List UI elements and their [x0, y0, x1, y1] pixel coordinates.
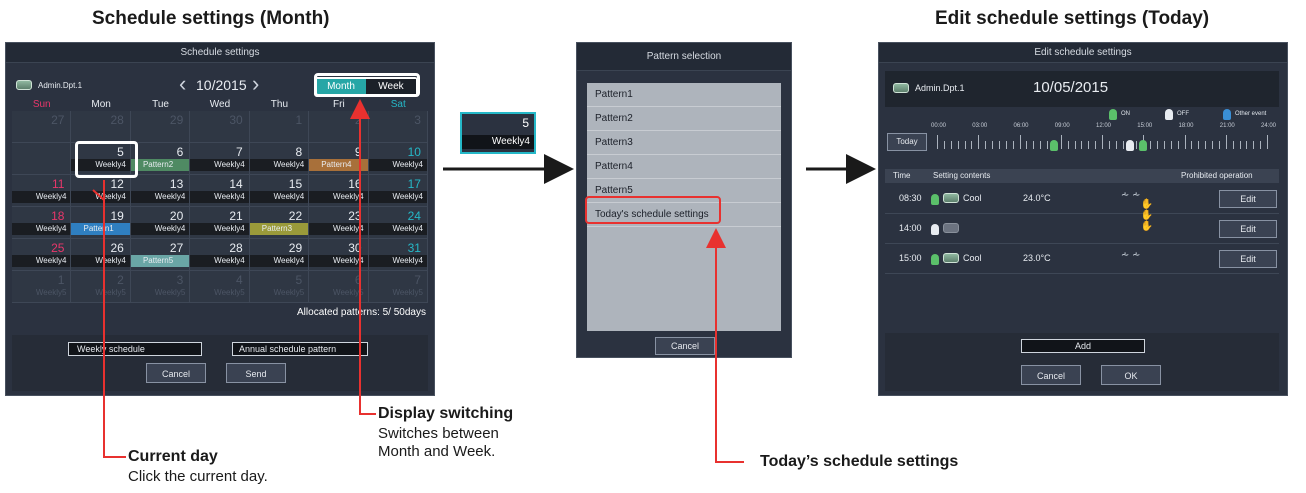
note-display-body-1: Switches between — [378, 425, 499, 442]
callout-current-day-arrow — [92, 189, 105, 201]
callout-current-day — [103, 180, 126, 458]
callout-display-switch — [350, 99, 376, 415]
note-display-body-2: Month and Week. — [378, 443, 496, 460]
note-current-day-body: Click the current day. — [128, 468, 268, 485]
callout-overlay — [92, 99, 876, 463]
figure: Schedule settings (Month) Edit schedule … — [0, 0, 1306, 493]
note-display-title: Display switching — [378, 405, 514, 422]
callout-today-schedule — [706, 228, 744, 463]
note-current-day-title: Current day — [128, 448, 218, 465]
note-today-title: Today’s schedule settings — [760, 453, 959, 470]
